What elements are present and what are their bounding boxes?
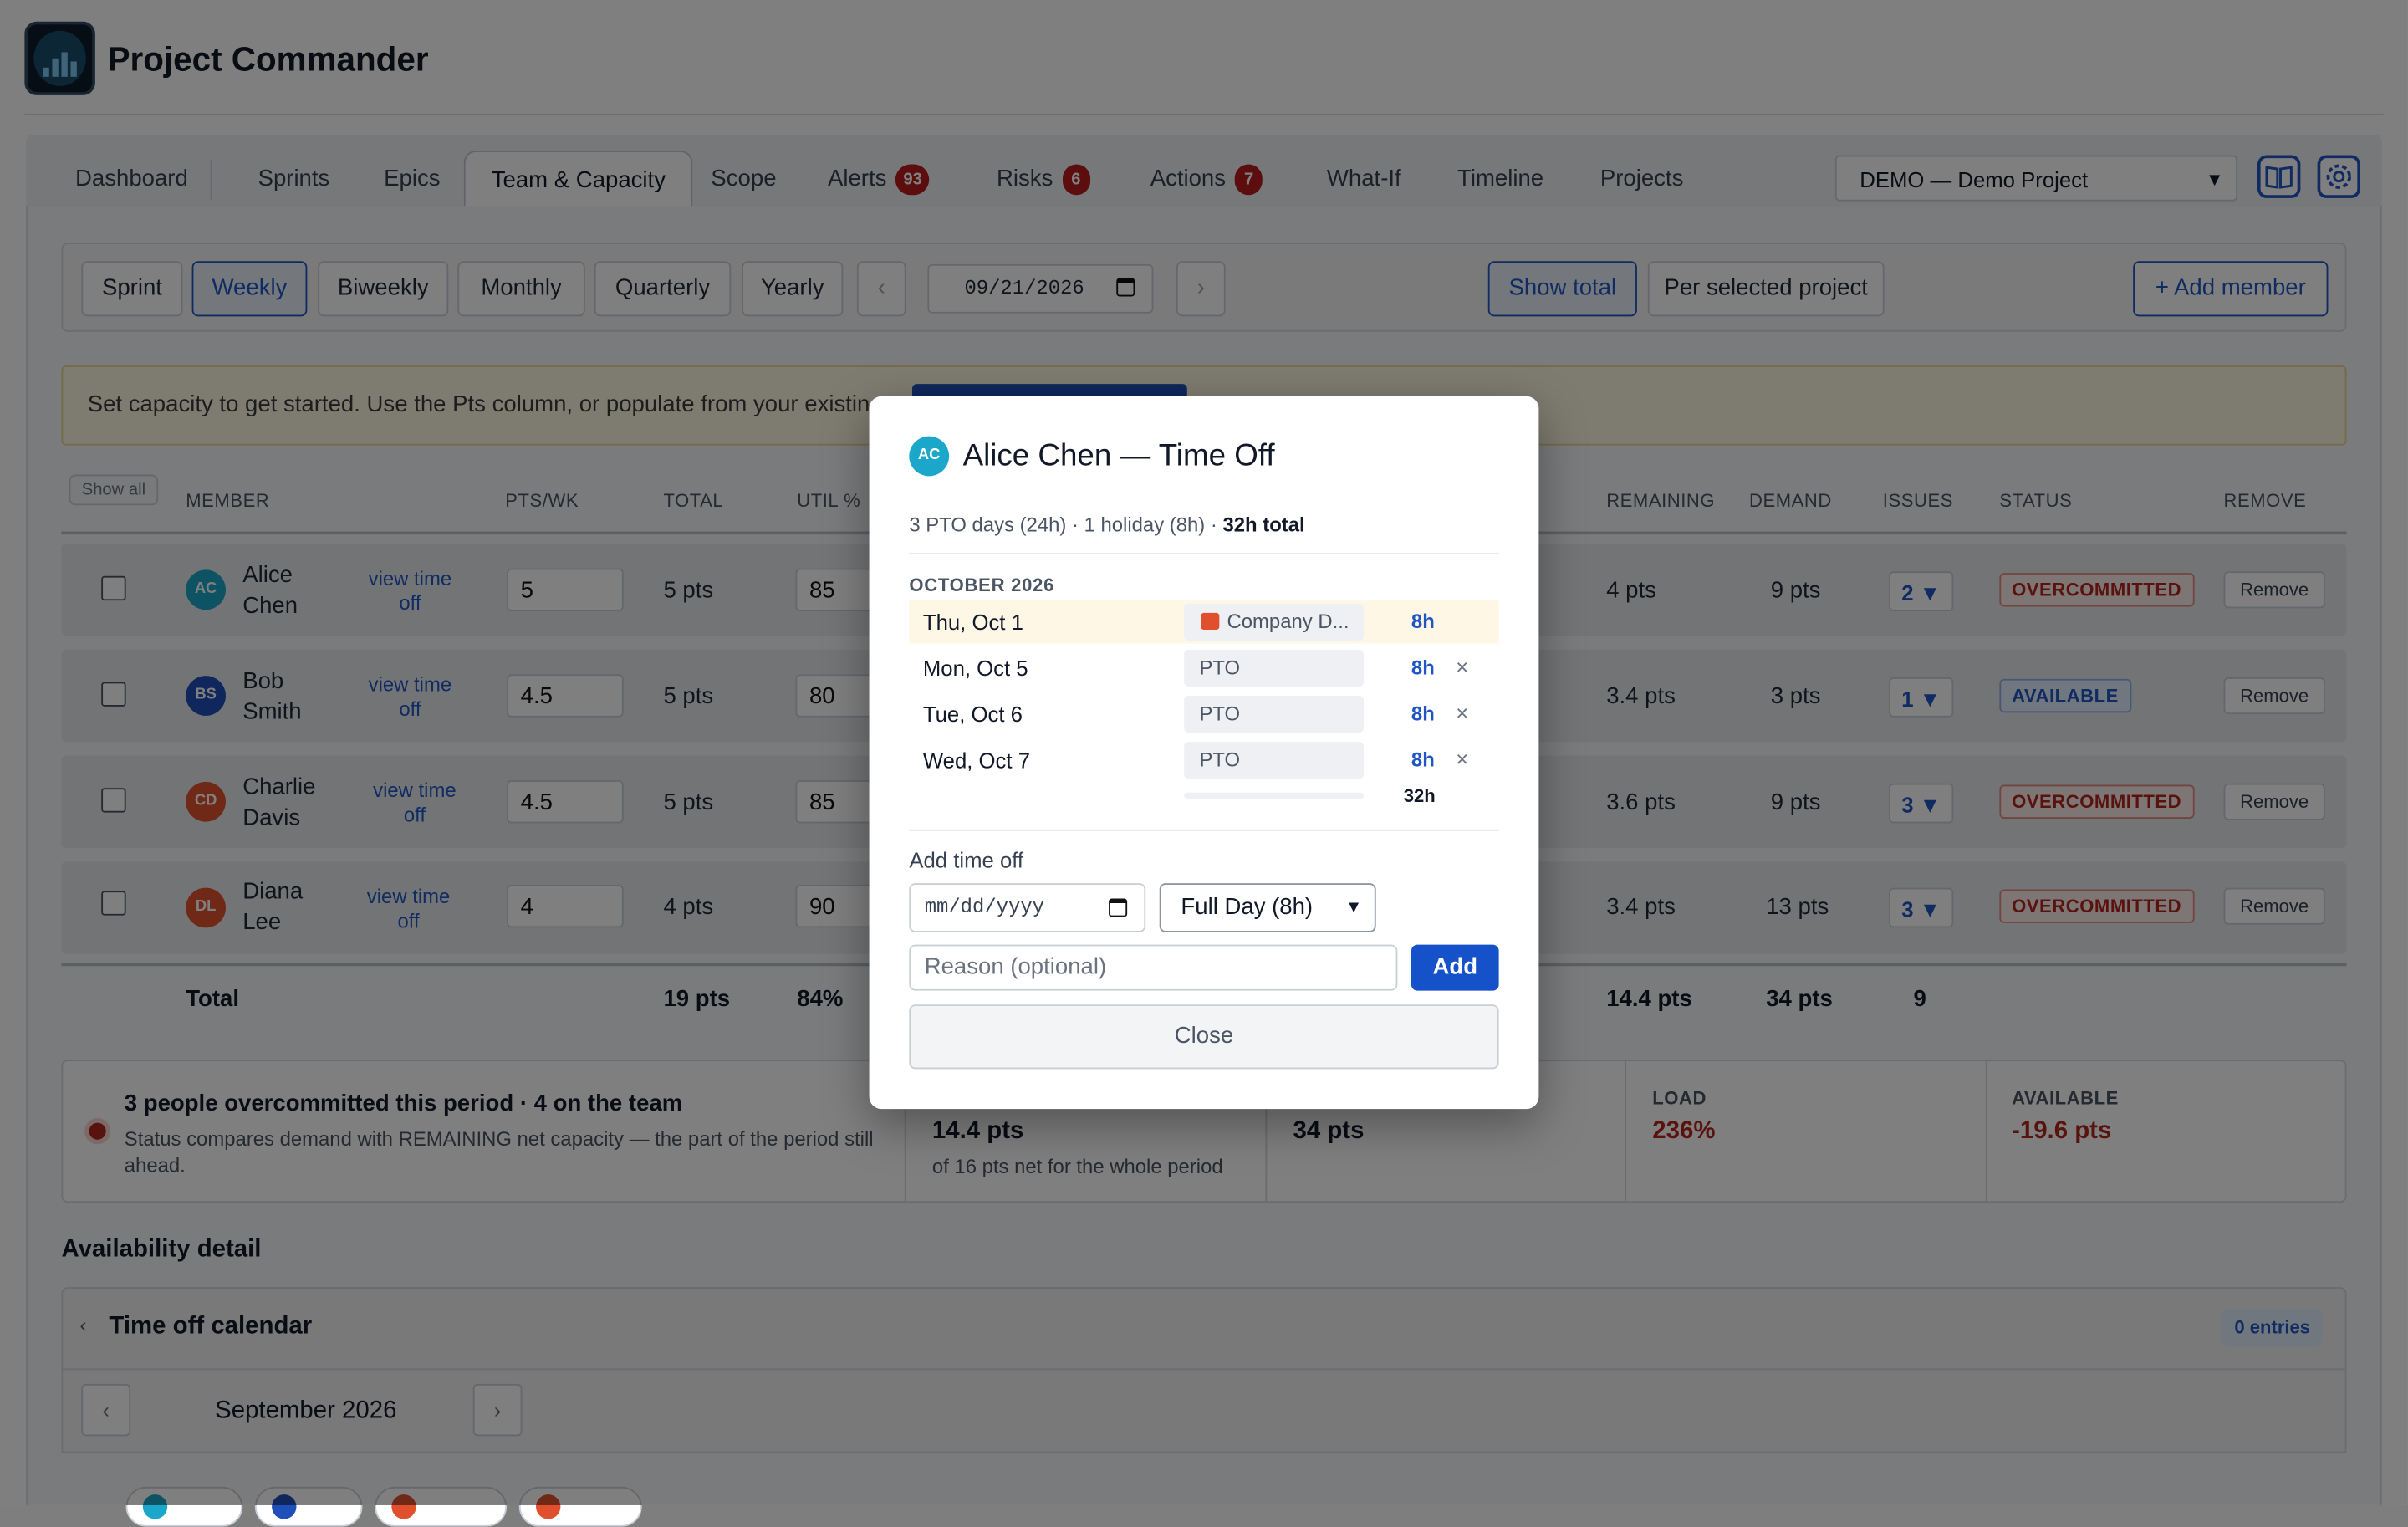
- time-off-entry: Wed, Oct 7 PTO 8h ×: [909, 738, 1498, 781]
- modal-title: Alice Chen — Time Off: [962, 439, 1275, 473]
- add-time-off-label: Add time off: [909, 847, 1024, 873]
- app-page: Project Commander Dashboard Sprints Epic…: [0, 0, 2408, 1527]
- calendar-icon: [1109, 898, 1128, 917]
- modal-divider: [909, 829, 1499, 831]
- entry-reason: PTO: [1184, 696, 1364, 733]
- hours-sum: 32h: [1403, 784, 1436, 807]
- time-off-entry: Mon, Oct 5 PTO 8h ×: [909, 646, 1498, 689]
- chevron-down-icon: ▼: [1345, 898, 1363, 917]
- time-off-date-input[interactable]: mm/dd/yyyy: [909, 883, 1146, 932]
- add-button[interactable]: Add: [1411, 944, 1499, 991]
- holiday-icon: [1201, 612, 1220, 631]
- entry-reason: Company D...: [1184, 603, 1364, 641]
- delete-entry-icon[interactable]: ×: [1456, 654, 1468, 678]
- entry-hours: 8h: [1411, 610, 1435, 633]
- entry-reason: PTO: [1184, 742, 1364, 779]
- delete-entry-icon[interactable]: ×: [1456, 701, 1468, 725]
- reason-input[interactable]: Reason (optional): [909, 944, 1398, 991]
- avatar: AC: [909, 436, 950, 477]
- entry-date: Wed, Oct 7: [922, 748, 1031, 773]
- sum-divider: [1184, 792, 1364, 799]
- time-off-type-select[interactable]: Full Day (8h) ▼: [1159, 883, 1376, 932]
- entry-date: Tue, Oct 6: [922, 702, 1023, 727]
- entry-reason: PTO: [1184, 649, 1364, 687]
- entry-hours: 8h: [1411, 656, 1435, 679]
- entry-hours: 8h: [1411, 748, 1435, 772]
- date-placeholder: mm/dd/yyyy: [924, 895, 1044, 919]
- modal-summary: 3 PTO days (24h) · 1 holiday (8h) · 32h …: [909, 513, 1305, 537]
- entry-hours: 8h: [1411, 702, 1435, 725]
- delete-entry-icon[interactable]: ×: [1456, 747, 1468, 771]
- time-off-entry: Thu, Oct 1 Company D... 8h: [909, 600, 1499, 644]
- close-button[interactable]: Close: [909, 1004, 1499, 1070]
- modal-divider: [909, 553, 1499, 555]
- time-off-entry: Tue, Oct 6 PTO 8h ×: [909, 692, 1498, 735]
- type-select-value: Full Day (8h): [1181, 893, 1314, 921]
- entry-date: Mon, Oct 5: [922, 656, 1028, 681]
- modal-month-label: OCTOBER 2026: [909, 574, 1055, 596]
- entry-date: Thu, Oct 1: [922, 610, 1023, 635]
